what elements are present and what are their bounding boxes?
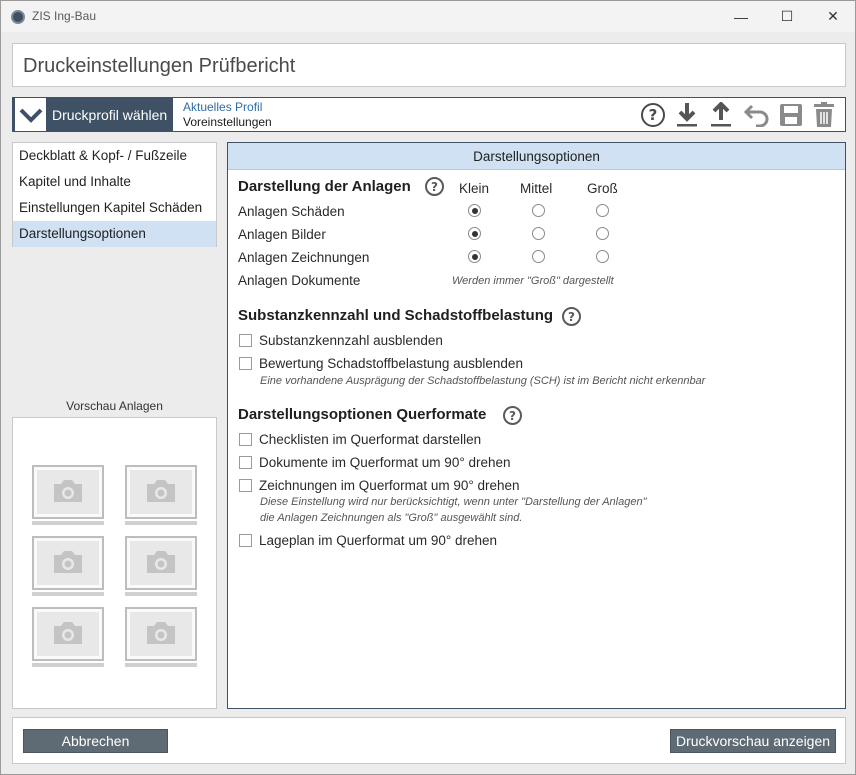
radio-bilder-klein[interactable]	[468, 227, 481, 240]
thumbnail-placeholder	[32, 607, 104, 667]
radio-bilder-mittel[interactable]	[532, 227, 545, 240]
app-logo-icon	[11, 10, 25, 24]
thumbnail-placeholder	[32, 536, 104, 596]
section-title-querformat: Darstellungsoptionen Querformate	[238, 406, 487, 423]
camera-icon	[144, 549, 178, 578]
app-window: ZIS Ing-Bau — ☐ ✕ Druckeinstellungen Prü…	[0, 0, 856, 775]
preview-title: Vorschau Anlagen	[66, 399, 163, 413]
checkbox-zeichnungen[interactable]	[239, 479, 252, 492]
column-gross: Groß	[587, 181, 618, 196]
camera-icon	[51, 620, 85, 649]
download-icon[interactable]	[673, 101, 701, 129]
dokumente-note: Werden immer "Groß" dargestellt	[452, 275, 614, 287]
delete-icon[interactable]	[810, 101, 838, 129]
settings-nav: Deckblatt & Kopf- / Fußzeile Kapitel und…	[12, 142, 217, 247]
row-label-bilder: Anlagen Bilder	[238, 227, 326, 242]
current-profile-caption: Aktuelles Profil	[183, 100, 263, 114]
row-label-zeichnungen: Anlagen Zeichnungen	[238, 250, 370, 265]
current-profile: Aktuelles Profil Voreinstellungen	[183, 100, 272, 130]
maximize-button[interactable]: ☐	[764, 1, 810, 32]
help-icon[interactable]: ?	[639, 101, 667, 129]
thumbnail-placeholder	[125, 465, 197, 525]
row-label-schaeden: Anlagen Schäden	[238, 204, 345, 219]
radio-schaeden-klein[interactable]	[468, 204, 481, 217]
checkbox-dokumente[interactable]	[239, 456, 252, 469]
page-header: Druckeinstellungen Prüfbericht	[12, 43, 846, 87]
camera-icon	[144, 620, 178, 649]
help-icon[interactable]: ?	[562, 307, 581, 326]
print-preview-button[interactable]: Druckvorschau anzeigen	[670, 729, 836, 753]
nav-item-darstellung[interactable]: Darstellungsoptionen	[13, 221, 216, 247]
cancel-button[interactable]: Abbrechen	[23, 729, 168, 753]
save-icon[interactable]	[777, 101, 805, 129]
select-profile-label: Druckprofil wählen	[52, 106, 168, 123]
help-icon[interactable]: ?	[425, 177, 444, 196]
zeichnungen-note-line2: die Anlagen Zeichnungen als "Groß" ausge…	[260, 512, 523, 524]
checkbox-schadstoff[interactable]	[239, 357, 252, 370]
undo-icon[interactable]	[743, 101, 771, 129]
camera-icon	[51, 549, 85, 578]
radio-bilder-gross[interactable]	[596, 227, 609, 240]
label-checklisten: Checklisten im Querformat darstellen	[259, 432, 482, 447]
thumbnail-placeholder	[125, 607, 197, 667]
section-title-anlagen: Darstellung der Anlagen	[238, 178, 411, 195]
radio-zeichnungen-gross[interactable]	[596, 250, 609, 263]
zeichnungen-note-line1: Diese Einstellung wird nur berücksichtig…	[260, 496, 647, 508]
label-zeichnungen: Zeichnungen im Querformat um 90° drehen	[259, 478, 520, 493]
dialog-footer: Abbrechen Druckvorschau anzeigen	[12, 717, 846, 764]
label-lageplan: Lageplan im Querformat um 90° drehen	[259, 533, 498, 548]
help-icon[interactable]: ?	[503, 406, 522, 425]
chevron-down-icon	[15, 98, 46, 131]
options-panel: Darstellungsoptionen Darstellung der Anl…	[227, 142, 846, 709]
row-label-dokumente: Anlagen Dokumente	[238, 273, 361, 288]
column-klein: Klein	[459, 181, 490, 196]
nav-item-deckblatt[interactable]: Deckblatt & Kopf- / Fußzeile	[13, 143, 216, 169]
nav-item-kapitel[interactable]: Kapitel und Inhalte	[13, 169, 216, 195]
label-dokumente: Dokumente im Querformat um 90° drehen	[259, 455, 511, 470]
page-title: Druckeinstellungen Prüfbericht	[23, 55, 296, 77]
preview-pane	[12, 417, 217, 709]
radio-schaeden-mittel[interactable]	[532, 204, 545, 217]
thumbnail-placeholder	[32, 465, 104, 525]
upload-icon[interactable]	[707, 101, 735, 129]
column-mittel: Mittel	[520, 181, 553, 196]
profile-bar: Druckprofil wählen Aktuelles Profil Vore…	[12, 97, 846, 132]
schadstoff-note: Eine vorhandene Ausprägung der Schadstof…	[260, 375, 706, 387]
thumbnail-placeholder	[125, 536, 197, 596]
select-profile-button[interactable]: Druckprofil wählen	[13, 98, 173, 131]
camera-icon	[144, 478, 178, 507]
label-schadstoff: Bewertung Schadstoffbelastung ausblenden	[259, 356, 523, 371]
checkbox-lageplan[interactable]	[239, 534, 252, 547]
panel-title: Darstellungsoptionen	[228, 143, 845, 170]
minimize-button[interactable]: —	[718, 1, 764, 32]
checkbox-checklisten[interactable]	[239, 433, 252, 446]
title-bar: ZIS Ing-Bau — ☐ ✕	[1, 1, 855, 32]
checkbox-substanzkennzahl[interactable]	[239, 334, 252, 347]
window-title: ZIS Ing-Bau	[32, 9, 97, 23]
radio-zeichnungen-mittel[interactable]	[532, 250, 545, 263]
radio-schaeden-gross[interactable]	[596, 204, 609, 217]
current-profile-value: Voreinstellungen	[183, 115, 272, 129]
label-substanzkennzahl: Substanzkennzahl ausblenden	[259, 333, 443, 348]
camera-icon	[51, 478, 85, 507]
section-title-substanz: Substanzkennzahl und Schadstoffbelastung	[238, 307, 554, 324]
close-button[interactable]: ✕	[810, 1, 856, 32]
nav-item-schaeden[interactable]: Einstellungen Kapitel Schäden	[13, 195, 216, 221]
radio-zeichnungen-klein[interactable]	[468, 250, 481, 263]
